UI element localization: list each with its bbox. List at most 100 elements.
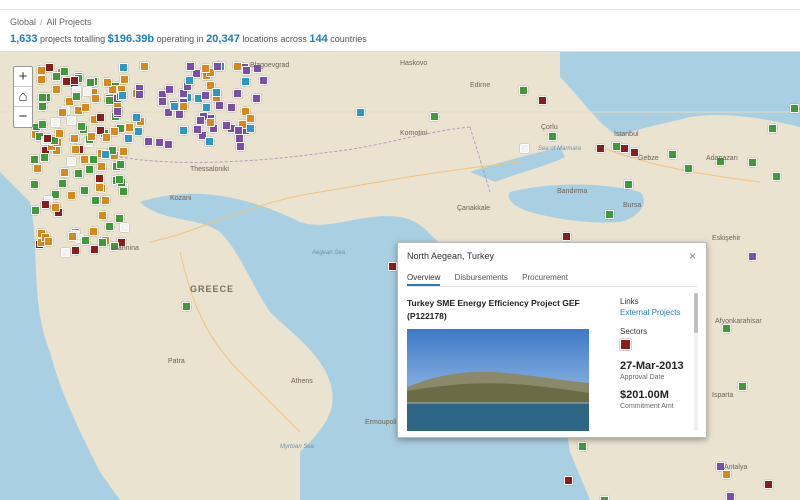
project-marker[interactable] (233, 125, 243, 135)
project-marker[interactable] (41, 200, 51, 210)
project-marker[interactable] (102, 132, 112, 142)
project-marker[interactable] (51, 71, 61, 81)
project-marker[interactable] (722, 324, 731, 333)
project-marker[interactable] (520, 144, 529, 153)
external-projects-link[interactable]: External Projects (620, 308, 700, 317)
project-marker[interactable] (519, 86, 528, 95)
project-marker[interactable] (246, 113, 256, 123)
project-marker[interactable] (144, 136, 154, 146)
project-marker[interactable] (57, 178, 67, 188)
project-marker[interactable] (102, 78, 112, 88)
project-marker[interactable] (54, 129, 64, 138)
project-marker[interactable] (37, 74, 47, 84)
project-marker[interactable] (726, 492, 735, 500)
project-marker[interactable] (71, 245, 81, 255)
project-marker[interactable] (57, 108, 67, 118)
tab-disbursements[interactable]: Disbursements (455, 273, 508, 284)
home-button[interactable]: ⌂ (14, 87, 32, 107)
project-marker[interactable] (101, 196, 111, 206)
project-marker[interactable] (790, 104, 799, 113)
tab-procurement[interactable]: Procurement (522, 273, 568, 284)
project-marker[interactable] (59, 67, 69, 77)
project-marker[interactable] (85, 164, 95, 174)
project-marker[interactable] (134, 90, 144, 100)
project-marker[interactable] (178, 101, 188, 111)
project-marker[interactable] (684, 164, 693, 173)
project-marker[interactable] (77, 121, 87, 131)
project-marker[interactable] (538, 96, 547, 105)
project-marker[interactable] (212, 87, 222, 97)
project-marker[interactable] (67, 231, 77, 241)
project-marker[interactable] (624, 180, 633, 189)
project-marker[interactable] (37, 119, 47, 129)
project-marker[interactable] (258, 75, 268, 85)
project-title[interactable]: Turkey SME Energy Efficiency Project GEF… (407, 297, 602, 323)
project-marker[interactable] (169, 101, 179, 111)
project-marker[interactable] (115, 175, 125, 185)
project-marker[interactable] (240, 76, 250, 86)
project-marker[interactable] (178, 125, 188, 135)
project-marker[interactable] (42, 133, 52, 143)
project-marker[interactable] (67, 156, 77, 166)
project-marker[interactable] (227, 102, 237, 112)
project-marker[interactable] (764, 480, 773, 489)
project-marker[interactable] (131, 112, 141, 122)
project-marker[interactable] (722, 470, 731, 479)
project-marker[interactable] (39, 152, 49, 162)
project-marker[interactable] (205, 137, 215, 147)
project-marker[interactable] (115, 214, 125, 224)
project-marker[interactable] (232, 62, 242, 72)
project-marker[interactable] (548, 132, 557, 141)
project-marker[interactable] (213, 61, 223, 71)
project-marker[interactable] (133, 127, 143, 137)
popup-scrollbar[interactable] (694, 293, 698, 431)
project-marker[interactable] (164, 139, 174, 149)
project-marker[interactable] (104, 222, 114, 232)
project-marker[interactable] (196, 115, 206, 125)
project-marker[interactable] (118, 63, 128, 73)
project-marker[interactable] (96, 112, 106, 122)
project-marker[interactable] (772, 172, 781, 181)
project-marker[interactable] (251, 94, 261, 104)
breadcrumb-global[interactable]: Global (10, 17, 36, 27)
project-marker[interactable] (90, 94, 100, 104)
project-marker[interactable] (30, 154, 39, 164)
project-marker[interactable] (95, 173, 105, 183)
project-marker[interactable] (119, 223, 129, 233)
zoom-out-button[interactable]: − (14, 107, 32, 127)
project-marker[interactable] (738, 382, 747, 391)
project-marker[interactable] (90, 244, 100, 254)
project-marker[interactable] (86, 78, 96, 88)
project-marker[interactable] (748, 158, 757, 167)
project-marker[interactable] (235, 142, 245, 152)
project-marker[interactable] (69, 133, 79, 143)
project-marker[interactable] (94, 183, 104, 193)
project-marker[interactable] (215, 101, 225, 111)
project-marker[interactable] (201, 90, 211, 100)
project-marker[interactable] (620, 144, 629, 153)
project-marker[interactable] (86, 132, 96, 142)
energy-sector-icon[interactable] (620, 339, 631, 350)
project-marker[interactable] (120, 75, 130, 85)
project-marker[interactable] (82, 87, 92, 97)
project-marker[interactable] (245, 123, 255, 133)
project-marker[interactable] (564, 476, 573, 485)
project-marker[interactable] (37, 92, 47, 102)
project-marker[interactable] (596, 144, 605, 153)
project-marker[interactable] (81, 102, 91, 112)
project-marker[interactable] (30, 179, 40, 189)
project-marker[interactable] (32, 163, 42, 173)
close-icon[interactable]: × (689, 249, 696, 263)
project-marker[interactable] (562, 232, 571, 241)
project-marker[interactable] (45, 62, 55, 72)
tab-overview[interactable]: Overview (407, 273, 441, 286)
project-marker[interactable] (668, 150, 677, 159)
project-marker[interactable] (109, 127, 119, 137)
project-marker[interactable] (185, 76, 195, 86)
project-marker[interactable] (91, 196, 101, 206)
project-marker[interactable] (96, 162, 106, 172)
project-marker[interactable] (768, 124, 777, 133)
project-marker[interactable] (100, 150, 110, 160)
project-marker[interactable] (80, 154, 90, 164)
project-marker[interactable] (89, 155, 99, 165)
